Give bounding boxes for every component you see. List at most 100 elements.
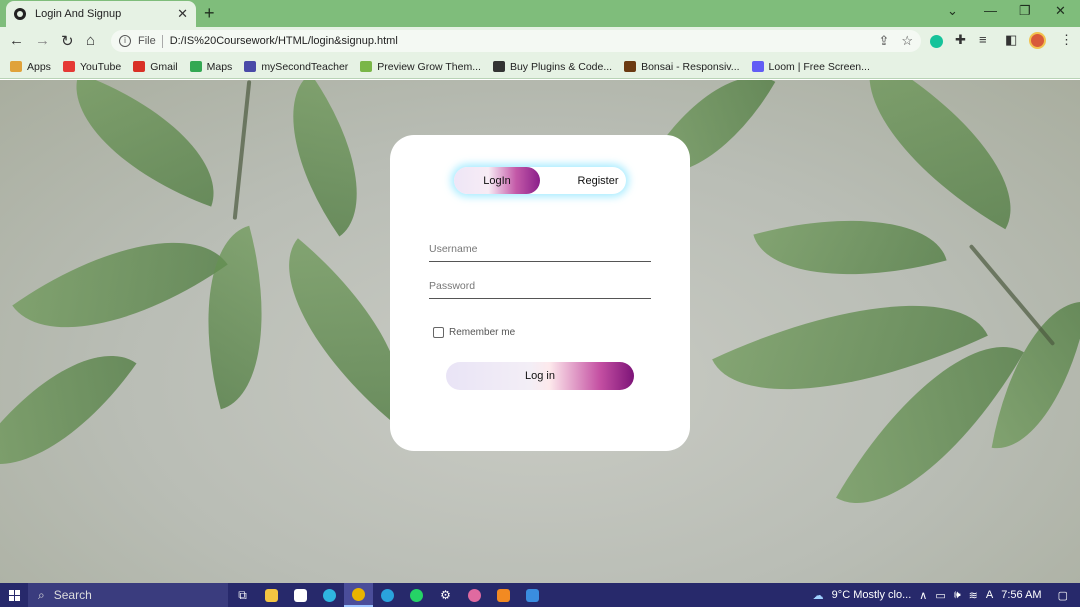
- bookmark-gmail[interactable]: Gmail: [133, 60, 178, 73]
- store-icon[interactable]: [286, 583, 315, 607]
- language-icon[interactable]: A: [986, 589, 993, 601]
- password-field: [429, 275, 651, 299]
- bookmark-maps[interactable]: Maps: [189, 60, 233, 73]
- system-tray: ☁ 9°C Mostly clo... ∧ ▭ 🕪 ≋ A 7:56 AM ▢: [813, 583, 1080, 607]
- codecanyon-icon: [492, 61, 505, 72]
- telegram-icon[interactable]: [373, 583, 402, 607]
- task-view-icon[interactable]: ⧉: [228, 583, 257, 607]
- close-window-icon[interactable]: ✕: [1055, 3, 1066, 19]
- password-input[interactable]: [429, 275, 651, 297]
- leaf: [253, 80, 397, 237]
- notifications-icon[interactable]: ▢: [1058, 589, 1068, 602]
- taskbar: ⌕ Search ⧉ ⚙ ☁ 9°C Mostly clo... ∧ ▭ 🕪 ≋…: [0, 583, 1080, 607]
- apps-grid-icon: [10, 61, 22, 72]
- bookmark-label: Maps: [206, 60, 233, 73]
- bookmark-label: Gmail: [150, 60, 178, 73]
- close-tab-icon[interactable]: ✕: [177, 6, 188, 22]
- new-tab-icon[interactable]: +: [204, 3, 215, 24]
- bookmark-youtube[interactable]: YouTube: [62, 60, 122, 73]
- share-icon[interactable]: ⇪: [878, 33, 889, 49]
- restore-icon[interactable]: ❐: [1019, 3, 1031, 19]
- loom-icon: [751, 61, 764, 72]
- remember-me[interactable]: Remember me: [433, 327, 515, 338]
- extensions-puzzle-icon[interactable]: ✚: [955, 32, 966, 48]
- leaf: [0, 317, 137, 503]
- edge-icon[interactable]: [315, 583, 344, 607]
- browser-toolbar: ← → ↻ ⌂ i File D:/IS%20Coursework/HTML/l…: [0, 27, 1080, 55]
- login-register-toggle[interactable]: LogIn Register: [454, 167, 626, 194]
- browser-tab[interactable]: Login And Signup ✕: [6, 1, 196, 27]
- app-icon[interactable]: [460, 583, 489, 607]
- bookmark-label: YouTube: [79, 60, 122, 73]
- bookmark-preview-grow[interactable]: Preview Grow Them...: [360, 61, 481, 73]
- tab-search-chevron-icon[interactable]: ⌄: [947, 3, 958, 19]
- taskbar-search[interactable]: ⌕ Search: [28, 583, 228, 607]
- bookmark-label: Apps: [27, 60, 51, 73]
- bookmark-mysecondteacher[interactable]: mySecondTeacher: [244, 61, 348, 73]
- battery-icon[interactable]: ▭: [935, 589, 945, 602]
- windows-logo-icon: [8, 589, 20, 601]
- login-card: LogIn Register Remember me Log in: [390, 135, 690, 451]
- info-icon[interactable]: i: [119, 35, 131, 47]
- profile-avatar[interactable]: [1029, 32, 1046, 49]
- home-icon[interactable]: ⌂: [86, 32, 95, 49]
- bookmark-loom[interactable]: Loom | Free Screen...: [751, 60, 870, 73]
- leaf: [832, 80, 1048, 230]
- photos-icon[interactable]: [518, 583, 547, 607]
- username-input[interactable]: [429, 238, 651, 260]
- bookmark-star-icon[interactable]: ☆: [901, 33, 913, 49]
- bookmark-buy-plugins[interactable]: Buy Plugins & Code...: [492, 60, 613, 73]
- leaf: [12, 190, 228, 380]
- maps-pin-icon: [189, 61, 202, 72]
- remember-me-checkbox[interactable]: [433, 327, 444, 338]
- tab-login[interactable]: LogIn: [454, 167, 540, 194]
- bookmark-label: Bonsai - Responsiv...: [641, 60, 740, 73]
- leaf-stem: [232, 80, 252, 220]
- bookmark-bonsai[interactable]: Bonsai - Responsiv...: [624, 60, 740, 73]
- bookmark-label: Preview Grow Them...: [377, 60, 481, 73]
- browser-tab-strip: Login And Signup ✕ + ⌄ — ❐ ✕: [0, 0, 1080, 27]
- url-scheme-label: File: [138, 35, 156, 47]
- username-field: [429, 238, 651, 262]
- leaf: [51, 80, 239, 207]
- tab-register[interactable]: Register: [558, 167, 638, 194]
- leaf: [753, 187, 947, 308]
- gmail-icon: [133, 61, 146, 72]
- page-background: LogIn Register Remember me Log in: [0, 80, 1080, 583]
- reading-list-icon[interactable]: ≡: [979, 32, 987, 47]
- tab-title: Login And Signup: [35, 8, 122, 20]
- url-text[interactable]: D:/IS%20Coursework/HTML/login&signup.htm…: [170, 35, 867, 47]
- side-panel-icon[interactable]: ◧: [1005, 32, 1017, 48]
- sublime-text-icon[interactable]: [489, 583, 518, 607]
- grammarly-icon[interactable]: [930, 35, 943, 48]
- menu-kebab-icon[interactable]: ⋮: [1060, 32, 1073, 48]
- show-hidden-icons-chevron-icon[interactable]: ∧: [919, 589, 927, 602]
- address-bar[interactable]: i File D:/IS%20Coursework/HTML/login&sig…: [111, 30, 921, 52]
- settings-gear-icon[interactable]: ⚙: [431, 583, 460, 607]
- divider: [161, 34, 163, 48]
- minimize-icon[interactable]: —: [984, 3, 997, 18]
- shopify-bag-icon: [360, 61, 373, 72]
- weather-text[interactable]: 9°C Mostly clo...: [832, 589, 912, 601]
- remember-me-label: Remember me: [449, 327, 516, 338]
- volume-icon[interactable]: 🕪: [954, 589, 961, 602]
- whatsapp-icon[interactable]: [402, 583, 431, 607]
- youtube-icon: [62, 61, 75, 72]
- reload-icon[interactable]: ↻: [61, 32, 74, 50]
- login-button[interactable]: Log in: [446, 362, 634, 390]
- back-arrow-icon[interactable]: ←: [9, 32, 24, 49]
- windows-start-icon[interactable]: [0, 583, 28, 607]
- bookmark-label: mySecondTeacher: [261, 60, 349, 73]
- weather-cloud-icon[interactable]: ☁: [813, 589, 824, 602]
- time-text[interactable]: 7:56 AM: [1001, 589, 1041, 601]
- wifi-icon[interactable]: ≋: [969, 589, 978, 602]
- bookmarks-bar: Apps YouTube Gmail Maps mySecondTeacher …: [0, 55, 1080, 79]
- bookmark-apps[interactable]: Apps: [10, 61, 51, 73]
- chrome-icon[interactable]: [344, 583, 373, 607]
- bookmark-label: Loom | Free Screen...: [768, 60, 870, 73]
- forward-arrow-icon[interactable]: →: [35, 32, 50, 49]
- file-explorer-icon[interactable]: [257, 583, 286, 607]
- mysecondteacher-icon: [244, 61, 257, 72]
- bookmark-label: Buy Plugins & Code...: [509, 60, 613, 73]
- search-label: Search: [53, 588, 92, 602]
